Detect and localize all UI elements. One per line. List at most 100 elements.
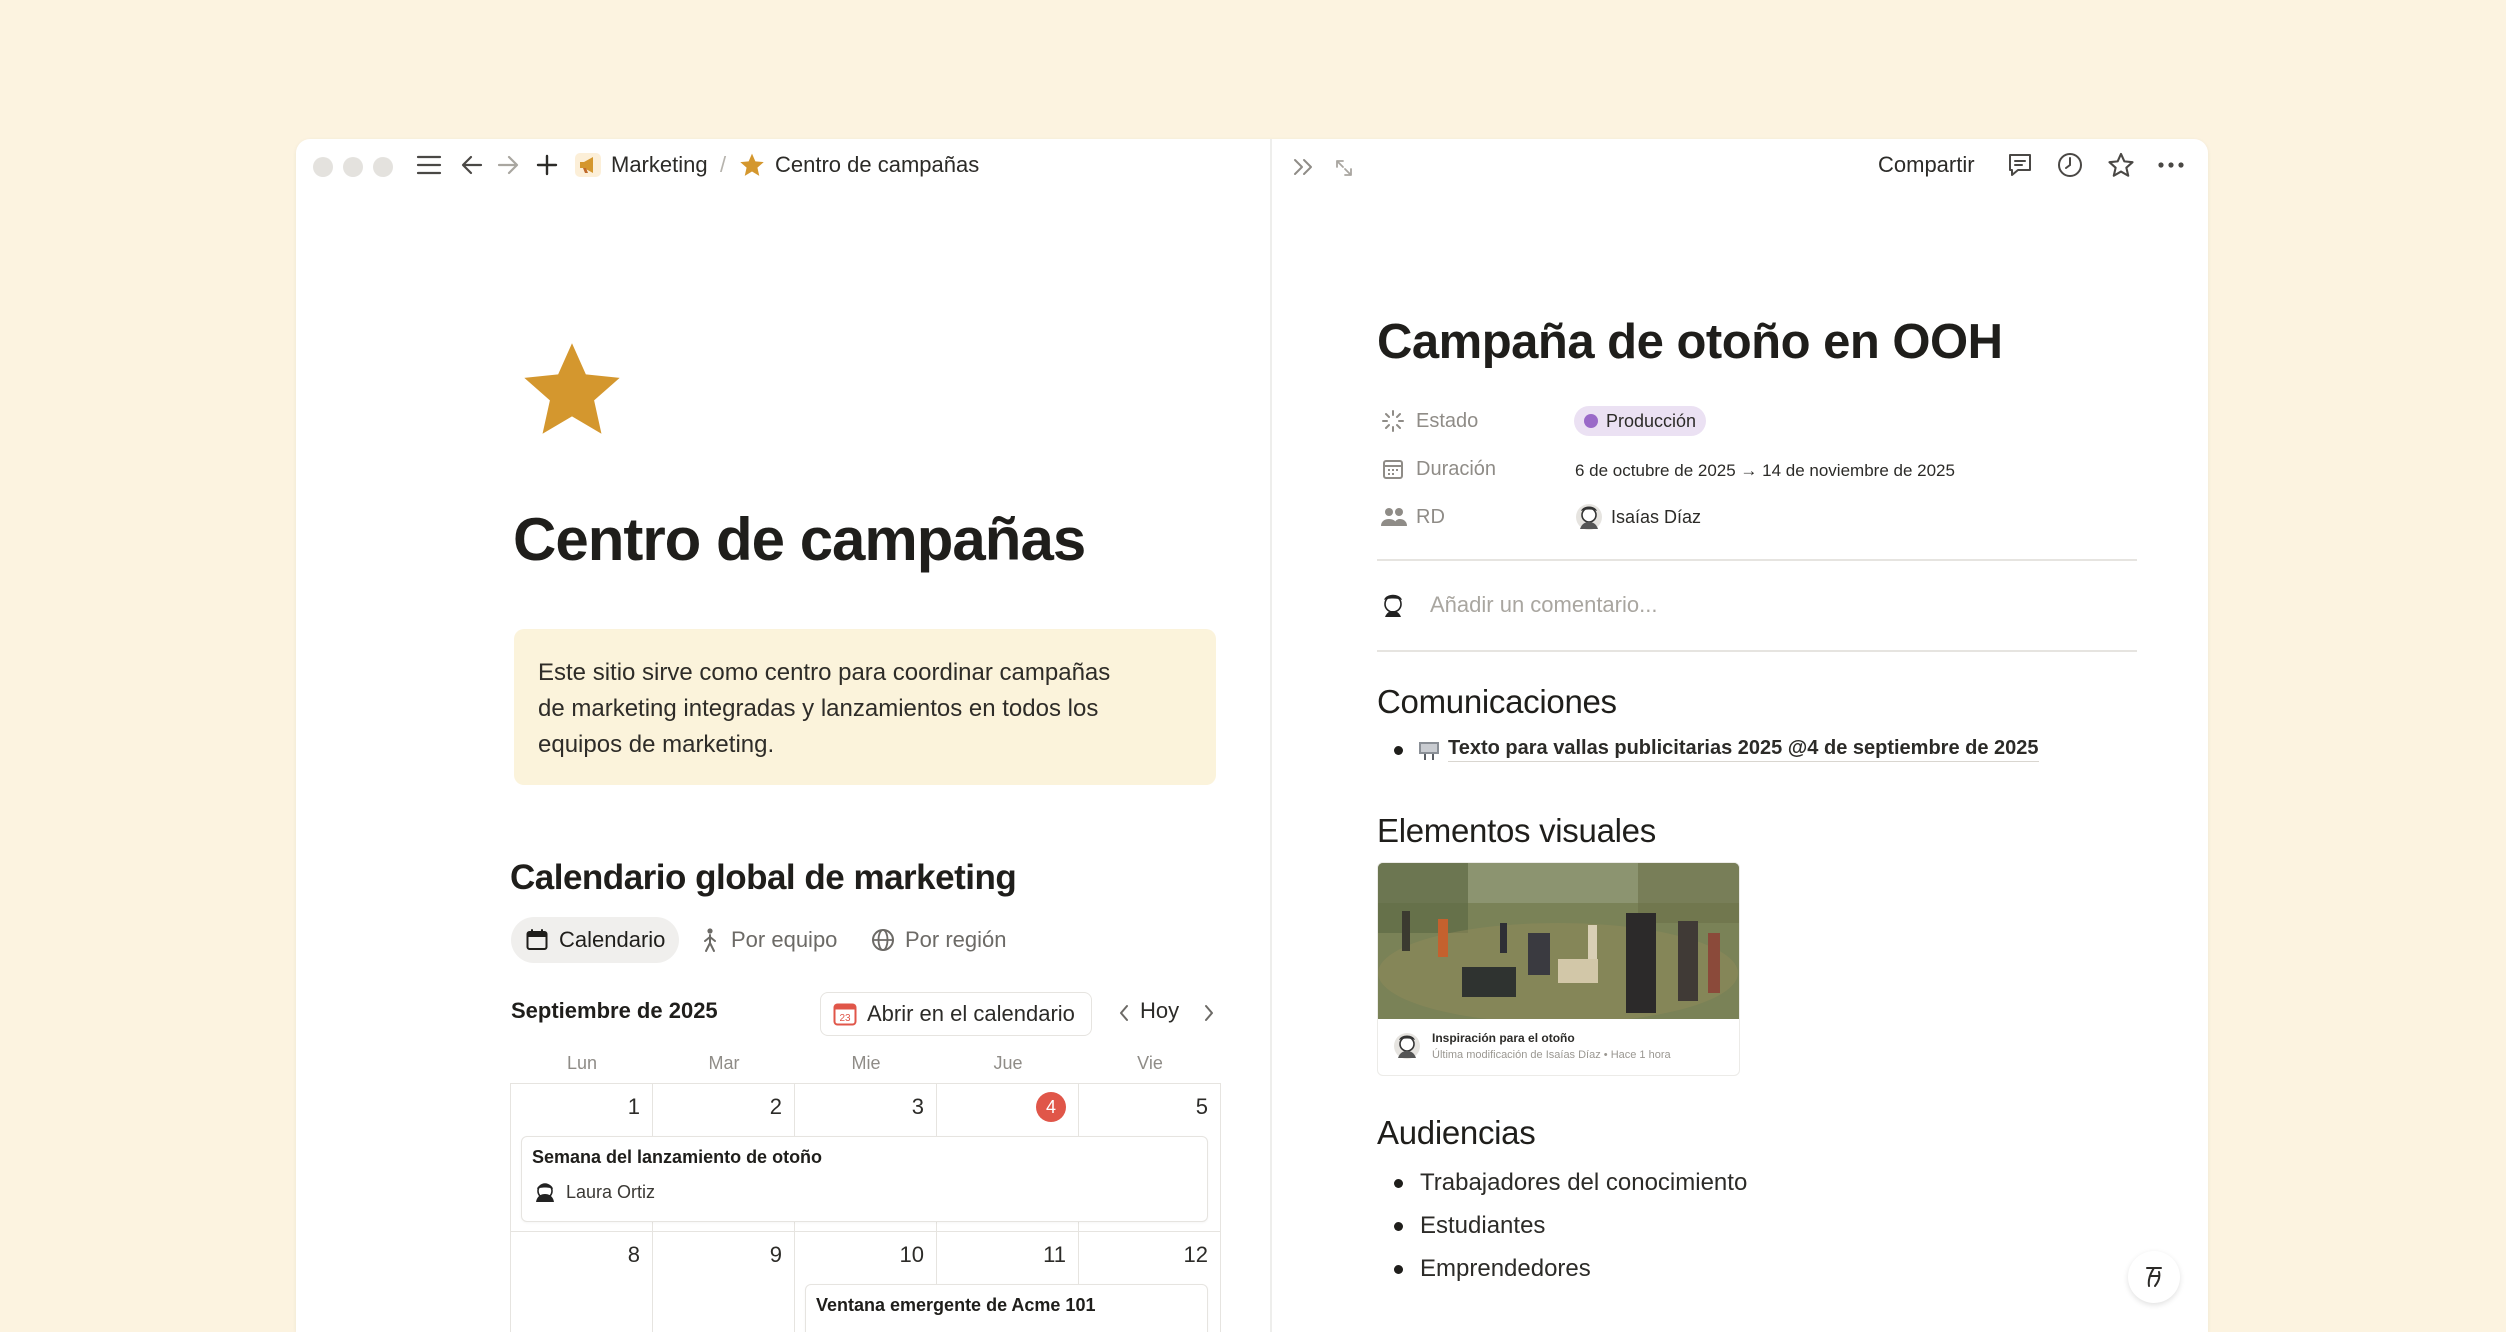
status-spinner-icon	[1380, 408, 1406, 434]
day-number: 8	[627, 1242, 640, 1267]
tab-label: Por región	[905, 927, 1007, 952]
weekday-header: Vie	[1137, 1053, 1163, 1073]
day-number: 3	[911, 1094, 924, 1119]
day-number: 2	[769, 1094, 782, 1119]
status-badge[interactable]: Producción	[1574, 406, 1707, 436]
calendar-icon	[1380, 456, 1406, 482]
day-number: 9	[769, 1242, 782, 1267]
split-divider[interactable]	[1270, 139, 1272, 1332]
communications-page-link[interactable]: Texto para vallas publicitarias 2025 @4 …	[1418, 737, 2039, 762]
open-in-calendar-button[interactable]: 23 Abrir en el calendario	[820, 992, 1092, 1036]
ai-assistant-button[interactable]	[2128, 1251, 2180, 1303]
calendar-event-card[interactable]: Ventana emergente de Acme 101	[805, 1284, 1208, 1332]
day-number: 1	[627, 1094, 640, 1119]
tab-label: Por equipo	[731, 927, 838, 952]
calendar-day-cell[interactable]: 9	[653, 1232, 795, 1332]
assistant-face-icon	[2146, 1267, 2162, 1287]
event-title: Semana del lanzamiento de otoño	[532, 1147, 823, 1167]
event-assignee[interactable]: Laura Ortiz	[532, 1180, 1197, 1204]
callout-line: de marketing integradas y lanzamientos e…	[538, 695, 1099, 722]
painting-thumbnail	[1378, 863, 1739, 1019]
today-button[interactable]: Hoy	[1140, 998, 1179, 1024]
divider	[1377, 559, 2137, 561]
owner-property-label[interactable]: RD	[1416, 506, 1445, 529]
visuals-heading[interactable]: Elementos visuales	[1377, 812, 1656, 850]
close-panel-icon[interactable]	[1290, 153, 1318, 181]
star-icon	[738, 151, 766, 179]
event-title: Ventana emergente de Acme 101	[816, 1295, 1096, 1315]
megaphone-icon	[574, 151, 602, 179]
duration-property-label[interactable]: Duración	[1416, 458, 1496, 481]
comments-icon[interactable]	[2005, 150, 2035, 180]
window-zoom-button[interactable]	[373, 157, 393, 177]
day-number: 11	[1043, 1242, 1066, 1267]
window-close-button[interactable]	[313, 157, 333, 177]
divider	[1377, 650, 2137, 652]
page-star-icon[interactable]	[520, 338, 624, 442]
back-arrow-icon[interactable]	[457, 150, 487, 180]
callout-line: equipos de marketing.	[538, 731, 775, 758]
breadcrumb-parent[interactable]: Marketing	[611, 150, 708, 180]
today-day-badge: 4	[1036, 1092, 1066, 1122]
audience-item[interactable]: Estudiantes	[1420, 1212, 1545, 1240]
open-in-calendar-label: Abrir en el calendario	[867, 1001, 1075, 1026]
weekday-header: Mar	[708, 1053, 740, 1073]
globe-icon	[872, 929, 894, 951]
audience-item[interactable]: Emprendedores	[1420, 1255, 1591, 1283]
share-button[interactable]: Compartir	[1878, 150, 1975, 180]
status-dot	[1584, 414, 1598, 428]
weekday-header: Lun	[566, 1053, 598, 1073]
prev-chevron-icon[interactable]	[1112, 1001, 1136, 1025]
comment-input[interactable]: Añadir un comentario...	[1430, 592, 1657, 618]
visual-inspiration-card[interactable]: Inspiración para el otoño Última modific…	[1377, 862, 1740, 1076]
callout-line: Este sitio sirve como centro para coordi…	[538, 659, 1111, 686]
svg-text:23: 23	[839, 1013, 851, 1024]
list-bullet	[1394, 1179, 1403, 1188]
breadcrumb-separator: /	[720, 152, 727, 177]
page-title[interactable]: Centro de campañas	[513, 505, 1086, 574]
next-chevron-icon[interactable]	[1197, 1001, 1221, 1025]
window-minimize-button[interactable]	[343, 157, 363, 177]
callout-block[interactable]: Este sitio sirve como centro para coordi…	[514, 629, 1216, 785]
sidebar-menu-icon[interactable]	[414, 150, 444, 180]
calendar-month-label: Septiembre de 2025	[511, 998, 718, 1023]
tab-calendar[interactable]: Calendario	[511, 917, 680, 963]
billboard-icon	[1419, 741, 1439, 760]
owner-name: Isaías Díaz	[1611, 506, 1702, 527]
weekday-header: Mie	[851, 1053, 881, 1073]
audience-item[interactable]: Trabajadores del conocimiento	[1420, 1169, 1747, 1197]
calendar-day-cell[interactable]: 8	[511, 1232, 653, 1332]
status-property-label[interactable]: Estado	[1416, 410, 1478, 433]
calendar-event-card[interactable]: Semana del lanzamiento de otoño Laura Or…	[521, 1136, 1208, 1222]
calendar-grid: 1 2 3 4 5 8 9 10 11 12 Semana del lanzam…	[510, 1083, 1221, 1332]
visual-caption: Inspiración para el otoño	[1432, 1031, 1575, 1045]
day-number: 10	[899, 1242, 924, 1267]
audiences-heading[interactable]: Audiencias	[1377, 1114, 1536, 1152]
avatar	[1392, 1031, 1422, 1061]
weekday-header: Jue	[993, 1053, 1023, 1073]
communications-heading[interactable]: Comunicaciones	[1377, 683, 1617, 721]
tab-by-region[interactable]: Por región	[857, 917, 1021, 963]
avatar	[1576, 504, 1602, 530]
new-page-plus-icon[interactable]	[532, 150, 562, 180]
more-options-icon[interactable]	[2156, 150, 2186, 180]
list-bullet	[1394, 746, 1403, 755]
list-bullet	[1394, 1265, 1403, 1274]
people-icon	[1380, 504, 1408, 530]
expand-icon[interactable]	[1330, 154, 1358, 182]
favorite-star-icon[interactable]	[2106, 150, 2136, 180]
breadcrumb-current[interactable]: Centro de campañas	[775, 150, 979, 180]
calendar-section-title[interactable]: Calendario global de marketing	[510, 858, 1017, 898]
owner-value[interactable]: Isaías Díaz	[1575, 503, 1701, 531]
history-clock-icon[interactable]	[2055, 150, 2085, 180]
person-walking-icon	[704, 928, 716, 952]
tab-by-team[interactable]: Por equipo	[685, 917, 851, 963]
panel-page-title[interactable]: Campaña de otoño en OOH	[1377, 314, 2003, 370]
duration-value[interactable]: 6 de octubre de 2025 → 14 de noviembre d…	[1575, 461, 1955, 481]
visual-modified-info: Última modificación de Isaías Díaz • Hac…	[1432, 1049, 1671, 1061]
avatar	[1378, 590, 1408, 620]
forward-arrow-icon[interactable]	[493, 150, 523, 180]
day-number: 5	[1195, 1094, 1208, 1119]
event-person-name: Laura Ortiz	[566, 1181, 656, 1202]
calendar-day-icon: 23	[833, 1003, 857, 1026]
